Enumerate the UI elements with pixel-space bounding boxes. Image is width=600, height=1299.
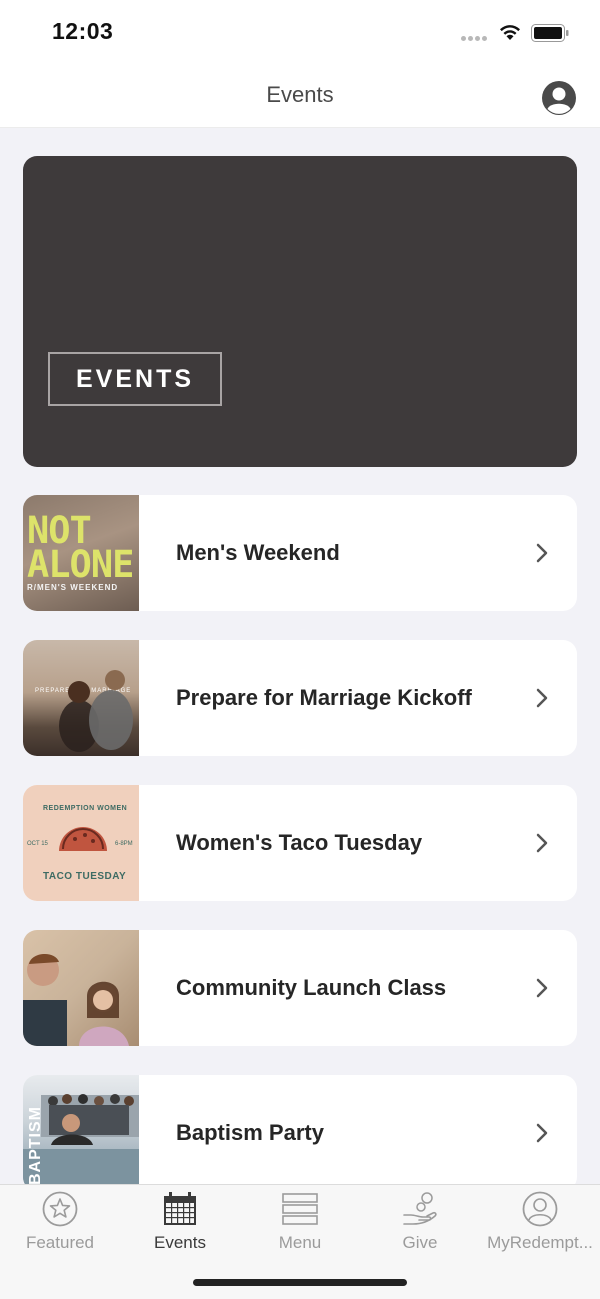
page-title: Events (266, 82, 334, 107)
star-icon (42, 1191, 78, 1227)
tab-menu[interactable]: Menu (240, 1191, 360, 1261)
battery-icon (531, 24, 569, 42)
nav-bar: Events (0, 66, 600, 128)
wifi-icon (500, 25, 520, 40)
event-row-prepare-for-marriage[interactable]: PREPARE FOR MARRIAGE Prepare for Marriag… (23, 640, 577, 756)
chevron-right-icon (536, 1123, 548, 1143)
tab-label: MyRedempt... (487, 1233, 593, 1252)
status-time: 12:03 (52, 18, 114, 44)
people-photo-icon (23, 953, 129, 1046)
hero-badge: EVENTS (48, 352, 222, 406)
thumb-bottom-text: TACO TUESDAY (43, 871, 127, 882)
tab-label: Give (402, 1233, 438, 1252)
tab-label: Events (154, 1233, 206, 1252)
tab-label: Featured (25, 1233, 95, 1252)
tab-label: Menu (278, 1233, 322, 1252)
event-thumbnail (23, 930, 139, 1046)
event-title: Prepare for Marriage Kickoff (176, 685, 472, 710)
event-thumbnail: PREPARE FOR MARRIAGE (23, 640, 139, 756)
event-thumbnail: REDEMPTION WOMEN OCT 15 6-8PM TACO TUESD… (23, 785, 139, 901)
status-bar: 12:03 (0, 0, 600, 66)
event-title: Men's Weekend (176, 540, 340, 565)
event-row-mens-weekend[interactable]: NOT ALONE R/MEN'S WEEKEND Men's Weekend (23, 495, 577, 611)
give-icon (403, 1192, 437, 1225)
thumb-caption: R/MEN'S WEEKEND (27, 583, 119, 592)
profile-icon[interactable] (541, 80, 577, 116)
tab-give[interactable]: Give (360, 1191, 480, 1261)
event-title: Community Launch Class (176, 975, 447, 1000)
tab-events[interactable]: Events (120, 1191, 240, 1261)
chevron-right-icon (536, 978, 548, 998)
home-indicator (193, 1279, 407, 1286)
event-title: Baptism Party (176, 1120, 324, 1145)
profile-icon (522, 1191, 558, 1227)
chevron-right-icon (536, 833, 548, 853)
calendar-icon (164, 1192, 196, 1225)
event-thumbnail: BAPTISM (23, 1075, 139, 1191)
thumb-top-text: REDEMPTION WOMEN (43, 805, 128, 812)
tab-featured[interactable]: Featured (0, 1191, 120, 1261)
couple-silhouette-icon (59, 670, 133, 752)
signal-dots-icon (461, 36, 491, 42)
events-screen: 12:03 Events EVENTS NOT ALONE R/MEN'S WE… (0, 0, 600, 1299)
chevron-right-icon (536, 543, 548, 563)
tab-myredemption[interactable]: MyRedempt... (480, 1191, 600, 1261)
event-title: Women's Taco Tuesday (176, 830, 423, 855)
event-row-community-launch-class[interactable]: Community Launch Class (23, 930, 577, 1046)
event-thumbnail: NOT ALONE R/MEN'S WEEKEND (23, 495, 139, 611)
menu-icon (282, 1193, 318, 1225)
thumb-caption: BAPTISM (27, 1106, 44, 1185)
thumb-date: OCT 15 (27, 841, 48, 847)
event-row-baptism-party[interactable]: BAPTISM Baptism Party (23, 1075, 577, 1191)
chevron-right-icon (536, 688, 548, 708)
event-row-womens-taco-tuesday[interactable]: REDEMPTION WOMEN OCT 15 6-8PM TACO TUESD… (23, 785, 577, 901)
events-hero-banner[interactable]: EVENTS (23, 156, 577, 467)
thumb-time: 6-8PM (115, 841, 133, 847)
thumb-text: ALONE (27, 543, 134, 586)
